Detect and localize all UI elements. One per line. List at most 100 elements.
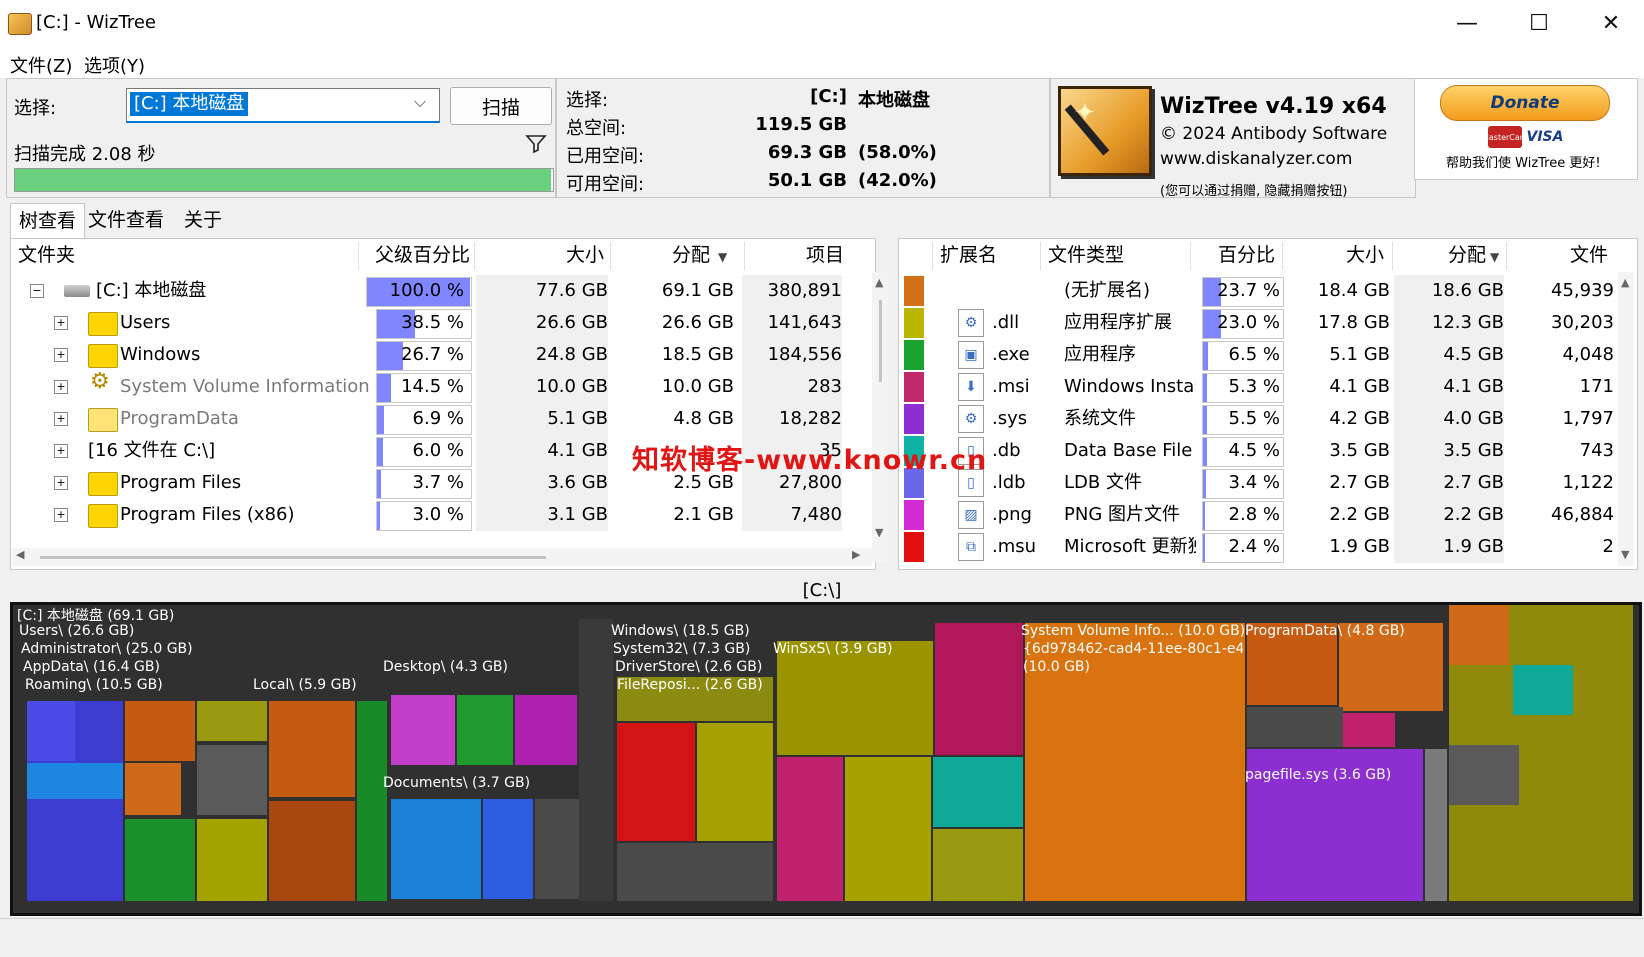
scroll-up-icon[interactable]: ▲: [875, 276, 883, 289]
treemap-block[interactable]: [125, 819, 195, 901]
table-row[interactable]: ▯ .db Data Base File 4.5 % 3.5 GB 3.5 GB…: [900, 435, 1618, 467]
table-row[interactable]: ⧉ .msu Microsoft 更新独 2.4 % 1.9 GB 1.9 GB…: [900, 531, 1618, 563]
treemap-block[interactable]: [197, 745, 267, 815]
table-row[interactable]: − [C:] 本地磁盘 100.0 % 77.6 GB 69.1 GB 380,…: [12, 275, 870, 307]
donate-button[interactable]: Donate: [1440, 85, 1610, 121]
maximize-button[interactable]: ☐: [1506, 0, 1572, 46]
table-row[interactable]: ▨ .png PNG 图片文件 2.8 % 2.2 GB 2.2 GB 46,8…: [900, 499, 1618, 531]
table-row[interactable]: + Windows 26.7 % 24.8 GB 18.5 GB 184,556: [12, 339, 870, 371]
scroll-up-icon[interactable]: ▲: [1621, 276, 1629, 289]
table-row[interactable]: + ⚙ System Volume Information 14.5 % 10.…: [12, 369, 870, 403]
treemap-block[interactable]: [1247, 707, 1343, 747]
treemap-block[interactable]: [935, 623, 1023, 755]
tab-file-view[interactable]: 文件查看: [80, 203, 172, 237]
treemap-block[interactable]: [125, 701, 195, 761]
treemap-block[interactable]: [357, 701, 387, 901]
treemap-block[interactable]: [617, 843, 773, 901]
minimize-button[interactable]: —: [1434, 0, 1500, 46]
expand-icon[interactable]: +: [54, 316, 68, 330]
chevron-down-icon[interactable]: ⌵: [414, 92, 426, 112]
col-extension[interactable]: 扩展名: [940, 240, 997, 270]
treemap-block[interactable]: [933, 757, 1023, 827]
table-row[interactable]: + ProgramData 6.9 % 5.1 GB 4.8 GB 18,282: [12, 403, 870, 435]
expand-icon[interactable]: +: [54, 476, 68, 490]
table-row[interactable]: + Users 38.5 % 26.6 GB 26.6 GB 141,643: [12, 307, 870, 339]
menu-options[interactable]: 选项(Y): [84, 52, 145, 78]
treemap-block[interactable]: [1449, 605, 1509, 665]
col-files[interactable]: 文件: [1570, 240, 1608, 270]
col-items[interactable]: 项目: [806, 240, 844, 270]
table-row[interactable]: + Program Files (x86) 3.0 % 3.1 GB 2.1 G…: [12, 499, 870, 531]
treemap-block[interactable]: [27, 701, 75, 761]
treemap-path: [C:\]: [802, 580, 842, 601]
treemap-block[interactable]: [617, 723, 695, 841]
tab-about[interactable]: 关于: [176, 203, 230, 237]
col-ext-size[interactable]: 大小: [1346, 240, 1384, 270]
expand-icon[interactable]: +: [54, 412, 68, 426]
treemap-block[interactable]: [1513, 665, 1573, 715]
col-allocated[interactable]: 分配: [672, 240, 710, 270]
treemap-block[interactable]: [1425, 749, 1447, 901]
close-button[interactable]: ✕: [1578, 0, 1644, 46]
treemap-block[interactable]: [197, 819, 267, 901]
tree-hscroll-thumb[interactable]: [40, 556, 546, 559]
treemap-block[interactable]: [269, 701, 355, 797]
treemap-block[interactable]: [391, 799, 481, 899]
treemap-block[interactable]: [535, 799, 579, 899]
file-type: Windows Installe: [1064, 376, 1196, 397]
table-row[interactable]: ▯ .ldb LDB 文件 3.4 % 2.7 GB 2.7 GB 1,122: [900, 467, 1618, 499]
treemap-block[interactable]: [1343, 713, 1395, 747]
expand-icon[interactable]: +: [54, 444, 68, 458]
treemap-block[interactable]: [933, 829, 1023, 901]
treemap-block[interactable]: [777, 757, 843, 901]
extension-name: .msi: [992, 376, 1030, 397]
col-folder[interactable]: 文件夹: [18, 240, 75, 270]
treemap-block[interactable]: [391, 695, 455, 765]
treemap-block[interactable]: [1449, 745, 1519, 805]
ext-vertical-scrollbar[interactable]: [1618, 272, 1634, 566]
scroll-down-icon[interactable]: ▼: [875, 526, 883, 539]
treemap-block[interactable]: [483, 799, 533, 899]
col-percent[interactable]: 百分比: [1218, 240, 1275, 270]
scan-button[interactable]: 扫描: [450, 87, 552, 125]
tree-scroll-thumb[interactable]: [879, 300, 882, 382]
scroll-left-icon[interactable]: ◀: [16, 548, 24, 561]
title-bar: [0, 0, 1644, 48]
table-row[interactable]: (无扩展名) 23.7 % 18.4 GB 18.6 GB 45,939: [900, 275, 1618, 307]
table-row[interactable]: ⚙ .dll 应用程序扩展 23.0 % 17.8 GB 12.3 GB 30,…: [900, 307, 1618, 339]
file-type: 应用程序: [1064, 344, 1136, 365]
treemap-block[interactable]: [515, 695, 577, 765]
color-swatch: [904, 308, 924, 338]
treemap-block[interactable]: [579, 619, 613, 901]
treemap-block[interactable]: [457, 695, 513, 765]
table-row[interactable]: ⚙ .sys 系统文件 5.5 % 4.2 GB 4.0 GB 1,797: [900, 403, 1618, 435]
filter-icon[interactable]: [524, 132, 548, 156]
treemap-block[interactable]: [125, 763, 181, 815]
size-value: 17.8 GB: [1317, 312, 1390, 333]
treemap-block[interactable]: [845, 757, 931, 901]
treemap-block[interactable]: [697, 723, 773, 841]
table-row[interactable]: ⬇ .msi Windows Installe 5.3 % 4.1 GB 4.1…: [900, 371, 1618, 403]
expand-icon[interactable]: +: [54, 380, 68, 394]
menu-file[interactable]: 文件(Z): [10, 52, 72, 78]
expand-icon[interactable]: +: [54, 508, 68, 522]
col-ext-allocated[interactable]: 分配: [1448, 240, 1486, 270]
col-size[interactable]: 大小: [566, 240, 604, 270]
treemap-block[interactable]: [269, 801, 355, 901]
allocated-value: 4.5 GB: [1394, 339, 1504, 371]
color-swatch: [904, 276, 924, 306]
app-icon: [8, 13, 32, 35]
treemap-block[interactable]: [197, 701, 267, 741]
expand-icon[interactable]: +: [54, 348, 68, 362]
treemap-block[interactable]: [27, 763, 123, 799]
treemap[interactable]: [C:] 本地磁盘 (69.1 GB) Users\ (26.6 GB) Adm…: [10, 602, 1642, 916]
website-link[interactable]: www.diskanalyzer.com: [1160, 149, 1352, 169]
col-parent-percent[interactable]: 父级百分比: [375, 240, 470, 270]
tab-tree-view[interactable]: 树查看: [10, 203, 86, 238]
treemap-block[interactable]: [777, 641, 933, 755]
table-row[interactable]: ▣ .exe 应用程序 6.5 % 5.1 GB 4.5 GB 4,048: [900, 339, 1618, 371]
col-file-type[interactable]: 文件类型: [1048, 240, 1124, 270]
collapse-icon[interactable]: −: [30, 284, 44, 298]
scroll-right-icon[interactable]: ▶: [852, 548, 860, 561]
scroll-down-icon[interactable]: ▼: [1621, 548, 1629, 561]
